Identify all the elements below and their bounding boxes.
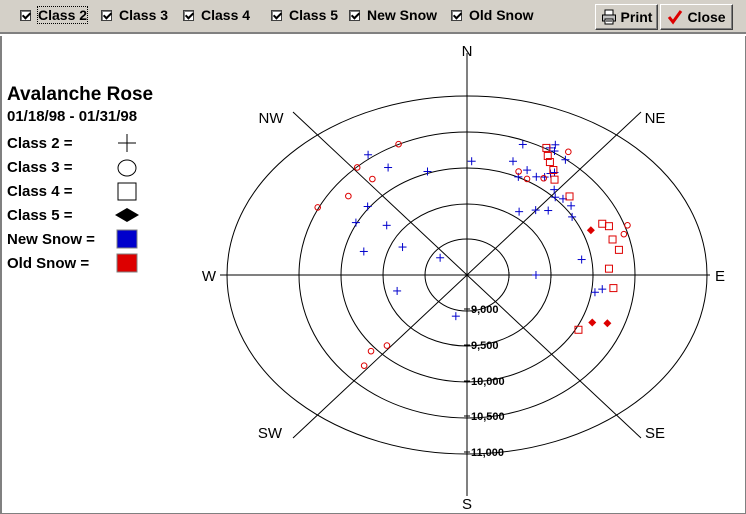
red-swatch — [116, 253, 138, 273]
print-button[interactable]: Print — [595, 4, 658, 30]
close-button[interactable]: Close — [660, 4, 733, 30]
legend-item-class-2: Class 2 = — [7, 132, 153, 156]
checkbox-icon[interactable] — [101, 9, 112, 21]
old-snow-label: Old Snow — [469, 7, 534, 23]
legend-label: Class 2 = — [7, 135, 73, 152]
new-snow-checkbox[interactable]: New Snow — [349, 6, 437, 24]
legend: Avalanche Rose 01/18/98 - 01/31/98 Class… — [7, 84, 153, 276]
legend-item-old-snow: Old Snow = — [7, 252, 153, 276]
checkmark-icon — [667, 9, 683, 25]
new-snow-label: New Snow — [367, 7, 438, 23]
class-4-label: Class 4 — [201, 7, 251, 23]
checkbox-icon[interactable] — [183, 9, 194, 21]
class-5-checkbox[interactable]: Class 5 — [271, 6, 338, 24]
toolbar: Class 2 Class 3 Class 4 Class 5 New Snow… — [0, 0, 746, 34]
blue-swatch — [116, 229, 138, 249]
chart-title: Avalanche Rose — [7, 84, 154, 105]
class-3-checkbox[interactable]: Class 3 — [101, 6, 168, 24]
legend-item-class-4: Class 4 = — [7, 180, 153, 204]
square-icon — [117, 182, 137, 201]
old-snow-checkbox[interactable]: Old Snow — [451, 6, 534, 24]
plus-icon — [118, 134, 136, 152]
date-range: 01/18/98 - 01/31/98 — [7, 108, 138, 125]
circle-icon — [117, 159, 137, 177]
legend-label: Class 4 = — [7, 183, 73, 200]
legend-item-class-5: Class 5 = — [7, 204, 153, 228]
legend-item-class-3: Class 3 = — [7, 156, 153, 180]
legend-item-new-snow: New Snow = — [7, 228, 153, 252]
diamond-icon — [115, 208, 139, 222]
class-4-checkbox[interactable]: Class 4 — [183, 6, 250, 24]
legend-label: New Snow = — [7, 231, 95, 248]
legend-label: Class 3 = — [7, 159, 73, 176]
class-3-label: Class 3 — [119, 7, 169, 23]
legend-label: Old Snow = — [7, 255, 90, 272]
class-5-label: Class 5 — [289, 7, 339, 23]
class-2-label: Class 2 — [36, 6, 89, 24]
printer-icon — [601, 9, 617, 25]
checkbox-icon[interactable] — [349, 9, 360, 21]
legend-label: Class 5 = — [7, 207, 73, 224]
close-label: Close — [687, 9, 726, 25]
print-label: Print — [620, 9, 653, 25]
class-2-checkbox[interactable]: Class 2 — [20, 6, 89, 24]
checkbox-icon[interactable] — [451, 9, 462, 21]
checkbox-icon[interactable] — [271, 9, 282, 21]
checkbox-icon[interactable] — [20, 9, 31, 21]
